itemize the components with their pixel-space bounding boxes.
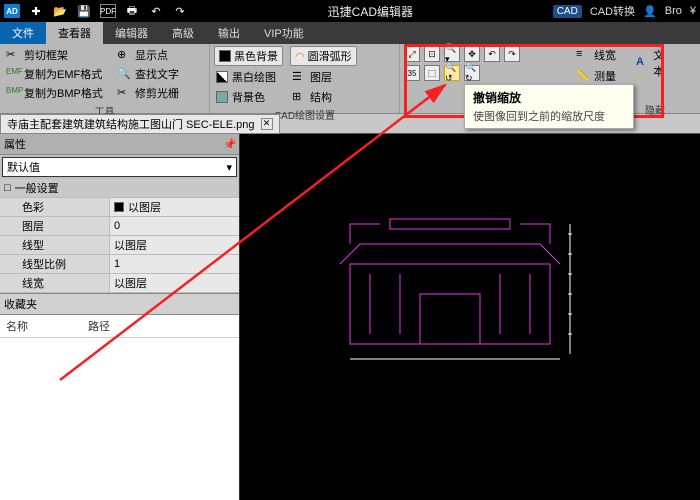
close-tab-icon[interactable]: ✕ <box>261 118 273 130</box>
cad-badge: CAD <box>553 5 582 18</box>
tab-file[interactable]: 文件 <box>0 22 46 44</box>
prop-row-layer[interactable]: 图层0 <box>0 217 239 236</box>
zoom-redo-button[interactable]: 🔍↻ <box>464 65 480 81</box>
struct-icon: ⊞ <box>292 90 306 104</box>
fav-col-name: 名称 <box>6 318 28 334</box>
pdf-icon[interactable]: PDF <box>100 4 116 18</box>
title-bar: AD ✚ 📂 💾 PDF 🖶 ↶ ↷ 迅捷CAD编辑器 CAD CAD转换 👤 … <box>0 0 700 22</box>
pan-button[interactable]: ✥ <box>464 46 480 62</box>
user-name[interactable]: Bro <box>665 5 682 17</box>
prop-section-general[interactable]: □一般设置 <box>0 179 239 198</box>
property-grid: □一般设置 色彩以图层 图层0 线型以图层 线型比例1 线宽以图层 <box>0 179 239 293</box>
rotate-left-button[interactable]: ↶ <box>484 46 500 62</box>
hide-label: 隐藏 <box>634 101 676 118</box>
currency-icon[interactable]: ¥ <box>690 5 696 17</box>
black-bg-button[interactable]: 黑色背景 <box>214 46 283 66</box>
undo-icon[interactable]: ↶ <box>148 4 164 18</box>
prop-row-linetype[interactable]: 线型以图层 <box>0 236 239 255</box>
fav-col-path: 路径 <box>88 318 110 334</box>
color-swatch-icon <box>114 202 124 212</box>
tooltip-zoom-undo: 撤销缩放 使图像回到之前的缩放尺度 <box>464 84 634 129</box>
linewidth-button[interactable]: ≡线宽 <box>574 46 626 64</box>
group-tools: ✂剪切框架 EMF复制为EMF格式 BMP复制为BMP格式 ⊕显示点 🔍查找文字… <box>0 44 210 113</box>
cut-frame-button[interactable]: ✂剪切框架 <box>4 46 114 64</box>
bmp-icon: BMP <box>6 86 20 100</box>
zoom-window-button[interactable]: ⊡ <box>424 46 440 62</box>
bw-draw-button[interactable]: 黑白绘图 <box>214 68 283 86</box>
zoom-undo-button[interactable]: 🔍↺ <box>444 65 460 81</box>
text-icon: A <box>636 56 649 70</box>
tooltip-description: 使图像回到之前的缩放尺度 <box>473 108 625 124</box>
tab-advanced[interactable]: 高级 <box>160 22 206 44</box>
black-swatch-icon <box>219 50 231 62</box>
arc-button[interactable]: ◠圆滑弧形 <box>290 46 357 66</box>
redo-icon[interactable]: ↷ <box>172 4 188 18</box>
find-icon: 🔍 <box>117 67 131 81</box>
trim-icon: ✂ <box>117 86 131 100</box>
zoom-35-button[interactable]: 35 <box>404 65 420 81</box>
dropdown-icon: ▾ <box>226 161 232 174</box>
trim-grid-button[interactable]: ✂修剪光栅 <box>115 84 181 102</box>
zoom-extents-button[interactable]: ⤢ <box>404 46 420 62</box>
point-icon: ⊕ <box>117 48 131 62</box>
find-text-button[interactable]: 🔍查找文字 <box>115 65 181 83</box>
prop-row-linescale[interactable]: 线型比例1 <box>0 255 239 274</box>
favorites-panel: 收藏夹 名称 路径 <box>0 293 239 500</box>
tab-viewer[interactable]: 查看器 <box>46 22 103 44</box>
emf-icon: EMF <box>6 67 20 81</box>
group-text: A文本 隐藏 <box>630 44 680 113</box>
app-logo-icon: AD <box>4 4 20 18</box>
struct-button[interactable]: ⊞结构 <box>290 88 357 106</box>
arc-icon: ◠ <box>295 50 305 63</box>
prop-row-lineweight[interactable]: 线宽以图层 <box>0 274 239 293</box>
measure-button[interactable]: 📏测量 <box>574 67 626 85</box>
zoom-in-button[interactable]: 🔍▾ <box>444 46 460 62</box>
drawing-canvas[interactable] <box>240 134 700 500</box>
layer-icon: ☰ <box>292 70 306 84</box>
cad-convert-link[interactable]: CAD转换 <box>590 3 635 19</box>
rotate-right-button[interactable]: ↷ <box>504 46 520 62</box>
user-icon[interactable]: 👤 <box>643 5 657 18</box>
tab-output[interactable]: 输出 <box>206 22 252 44</box>
tab-vip[interactable]: VIP功能 <box>252 22 316 44</box>
zoom-fit-button[interactable]: ⬚ <box>424 65 440 81</box>
pin-icon[interactable]: 📌 <box>223 138 235 150</box>
bg-color-button[interactable]: 背景色 <box>214 88 283 106</box>
ruler-icon: 📏 <box>576 69 590 83</box>
ribbon-tabs: 文件 查看器 编辑器 高级 输出 VIP功能 <box>0 22 700 44</box>
tooltip-title: 撤销缩放 <box>473 89 625 106</box>
properties-panel: 属性 📌 默认值 ▾ □一般设置 色彩以图层 图层0 线型以图层 线型比例1 线… <box>0 134 240 500</box>
group-cad-settings: 黑色背景 黑白绘图 背景色 ◠圆滑弧形 ☰图层 ⊞结构 CAD绘图设置 <box>210 44 400 113</box>
tab-editor[interactable]: 编辑器 <box>103 22 160 44</box>
app-title: 迅捷CAD编辑器 <box>196 3 545 20</box>
color-swatch-icon <box>216 91 228 103</box>
copy-emf-button[interactable]: EMF复制为EMF格式 <box>4 65 114 83</box>
line-icon: ≡ <box>576 48 590 62</box>
copy-bmp-button[interactable]: BMP复制为BMP格式 <box>4 84 114 102</box>
favorites-header: 收藏夹 <box>0 294 239 315</box>
new-icon[interactable]: ✚ <box>28 4 44 18</box>
save-icon[interactable]: 💾 <box>76 4 92 18</box>
open-icon[interactable]: 📂 <box>52 4 68 18</box>
bw-swatch-icon <box>216 71 228 83</box>
layer-button[interactable]: ☰图层 <box>290 68 357 86</box>
show-point-button[interactable]: ⊕显示点 <box>115 46 181 64</box>
document-tab[interactable]: 寺庙主配套建筑建筑结构施工图山门 SEC-ELE.png ✕ <box>0 114 280 134</box>
document-name: 寺庙主配套建筑建筑结构施工图山门 SEC-ELE.png <box>7 116 255 132</box>
prop-row-color[interactable]: 色彩以图层 <box>0 198 239 217</box>
favorites-columns: 名称 路径 <box>0 315 239 338</box>
properties-header: 属性 📌 <box>0 134 239 155</box>
print-icon[interactable]: 🖶 <box>124 4 140 18</box>
text-button[interactable]: A文本 <box>634 46 676 80</box>
default-selector[interactable]: 默认值 ▾ <box>2 157 237 177</box>
cad-drawing <box>320 204 600 384</box>
scissors-icon: ✂ <box>6 48 20 62</box>
content-area: 属性 📌 默认值 ▾ □一般设置 色彩以图层 图层0 线型以图层 线型比例1 线… <box>0 134 700 500</box>
